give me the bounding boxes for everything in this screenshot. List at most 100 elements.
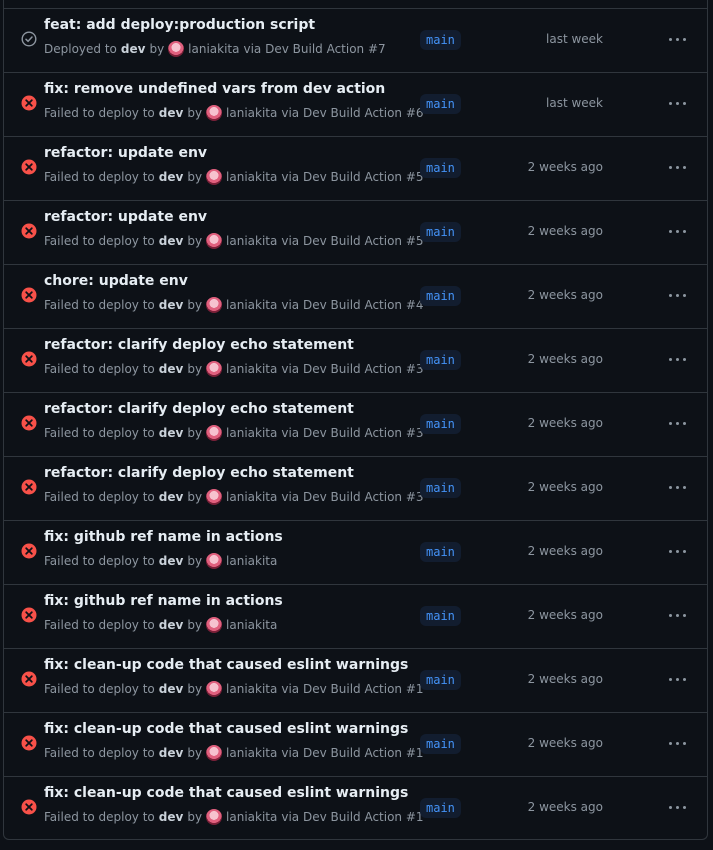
environment-link[interactable]: dev — [159, 618, 184, 632]
avatar[interactable] — [206, 745, 223, 761]
avatar[interactable] — [206, 617, 223, 633]
kebab-horizontal-icon[interactable] — [663, 795, 691, 819]
kebab-horizontal-icon[interactable] — [663, 539, 691, 563]
deployment-row[interactable]: refactor: clarify deploy echo statement F… — [4, 392, 707, 456]
branch-label[interactable]: main — [420, 350, 461, 370]
deployment-title[interactable]: refactor: clarify deploy echo statement — [44, 401, 354, 417]
avatar[interactable] — [168, 41, 185, 57]
workflow-link[interactable]: via Dev Build Action #5 — [281, 234, 423, 248]
avatar[interactable] — [206, 361, 223, 377]
actor-link[interactable]: laniakita — [226, 234, 277, 248]
environment-link[interactable]: dev — [159, 362, 184, 376]
actor-link[interactable]: laniakita — [226, 746, 277, 760]
deployment-row[interactable]: refactor: update env Failed to deploy to d… — [4, 136, 707, 200]
deployment-row[interactable]: refactor: update env Failed to deploy to d… — [4, 200, 707, 264]
environment-link[interactable]: dev — [159, 746, 184, 760]
actor-link[interactable]: laniakita — [226, 298, 277, 312]
deployment-row[interactable]: chore: update env Failed to deploy to dev b… — [4, 264, 707, 328]
branch-label[interactable]: main — [420, 414, 461, 434]
deployment-row[interactable]: fix: clean-up code that caused eslint wa… — [4, 648, 707, 712]
kebab-horizontal-icon[interactable] — [663, 283, 691, 307]
actor-link[interactable]: laniakita — [226, 810, 277, 824]
deployment-row[interactable]: refactor: clarify deploy echo statement F… — [4, 456, 707, 520]
avatar[interactable] — [206, 809, 223, 825]
branch-label[interactable]: main — [420, 798, 461, 818]
workflow-link[interactable]: via Dev Build Action #3 — [281, 426, 423, 440]
environment-link[interactable]: dev — [159, 810, 184, 824]
deployment-title[interactable]: refactor: update env — [44, 209, 207, 225]
deployment-title[interactable]: feat: add deploy:production script — [44, 17, 315, 33]
kebab-horizontal-icon[interactable] — [663, 603, 691, 627]
actor-link[interactable]: laniakita — [226, 362, 277, 376]
deployment-title[interactable]: refactor: clarify deploy echo statement — [44, 337, 354, 353]
environment-link[interactable]: dev — [159, 170, 184, 184]
deployment-title[interactable]: chore: update env — [44, 273, 188, 289]
deployment-title[interactable]: fix: remove undefined vars from dev acti… — [44, 81, 385, 97]
kebab-horizontal-icon[interactable] — [663, 155, 691, 179]
branch-label[interactable]: main — [420, 222, 461, 242]
actor-link[interactable]: laniakita — [226, 490, 277, 504]
deployment-row[interactable]: fix: remove undefined vars from dev acti… — [4, 72, 707, 136]
deployment-title[interactable]: refactor: update env — [44, 145, 207, 161]
branch-label[interactable]: main — [420, 542, 461, 562]
environment-link[interactable]: dev — [159, 682, 184, 696]
environment-link[interactable]: dev — [159, 106, 184, 120]
deployment-row[interactable]: fix: clean-up code that caused eslint wa… — [4, 776, 707, 840]
workflow-link[interactable]: via Dev Build Action #3 — [281, 490, 423, 504]
environment-link[interactable]: dev — [159, 234, 184, 248]
kebab-horizontal-icon[interactable] — [663, 91, 691, 115]
deployment-row[interactable]: fix: clean-up code that caused eslint wa… — [4, 712, 707, 776]
branch-label[interactable]: main — [420, 94, 461, 114]
branch-label[interactable]: main — [420, 734, 461, 754]
kebab-horizontal-icon[interactable] — [663, 731, 691, 755]
workflow-link[interactable]: via Dev Build Action #1 — [281, 746, 423, 760]
kebab-horizontal-icon[interactable] — [663, 411, 691, 435]
avatar[interactable] — [206, 681, 223, 697]
deployment-title[interactable]: fix: clean-up code that caused eslint wa… — [44, 657, 408, 673]
actor-link[interactable]: laniakita — [188, 42, 239, 56]
branch-label[interactable]: main — [420, 670, 461, 690]
environment-link[interactable]: dev — [159, 554, 184, 568]
kebab-horizontal-icon[interactable] — [663, 27, 691, 51]
avatar[interactable] — [206, 169, 223, 185]
kebab-horizontal-icon[interactable] — [663, 667, 691, 691]
avatar[interactable] — [206, 297, 223, 313]
environment-link[interactable]: dev — [121, 42, 146, 56]
actor-link[interactable]: laniakita — [226, 170, 277, 184]
actor-link[interactable]: laniakita — [226, 618, 277, 632]
actor-link[interactable]: laniakita — [226, 682, 277, 696]
avatar[interactable] — [206, 105, 223, 121]
deployment-row[interactable]: fix: github ref name in actions Failed to… — [4, 584, 707, 648]
branch-label[interactable]: main — [420, 606, 461, 626]
kebab-horizontal-icon[interactable] — [663, 475, 691, 499]
environment-link[interactable]: dev — [159, 490, 184, 504]
deployment-title[interactable]: fix: github ref name in actions — [44, 529, 283, 545]
deployment-title[interactable]: refactor: clarify deploy echo statement — [44, 465, 354, 481]
environment-link[interactable]: dev — [159, 426, 184, 440]
environment-link[interactable]: dev — [159, 298, 184, 312]
avatar[interactable] — [206, 553, 223, 569]
workflow-link[interactable]: via Dev Build Action #1 — [281, 682, 423, 696]
avatar[interactable] — [206, 233, 223, 249]
workflow-link[interactable]: via Dev Build Action #7 — [244, 42, 386, 56]
actor-link[interactable]: laniakita — [226, 106, 277, 120]
deployment-row[interactable]: fix: github ref name in actions Failed to… — [4, 520, 707, 584]
deployment-title[interactable]: fix: github ref name in actions — [44, 593, 283, 609]
deployment-title[interactable]: fix: clean-up code that caused eslint wa… — [44, 721, 408, 737]
workflow-link[interactable]: via Dev Build Action #3 — [281, 362, 423, 376]
kebab-horizontal-icon[interactable] — [663, 347, 691, 371]
branch-label[interactable]: main — [420, 478, 461, 498]
avatar[interactable] — [206, 489, 223, 505]
deployment-row[interactable]: feat: add deploy:production script Deploy… — [4, 8, 707, 72]
deployment-row[interactable]: refactor: clarify deploy echo statement F… — [4, 328, 707, 392]
workflow-link[interactable]: via Dev Build Action #6 — [281, 106, 423, 120]
workflow-link[interactable]: via Dev Build Action #4 — [281, 298, 423, 312]
branch-label[interactable]: main — [420, 286, 461, 306]
avatar[interactable] — [206, 425, 223, 441]
deployment-title[interactable]: fix: clean-up code that caused eslint wa… — [44, 785, 408, 801]
branch-label[interactable]: main — [420, 30, 461, 50]
workflow-link[interactable]: via Dev Build Action #5 — [281, 170, 423, 184]
actor-link[interactable]: laniakita — [226, 426, 277, 440]
workflow-link[interactable]: via Dev Build Action #1 — [281, 810, 423, 824]
branch-label[interactable]: main — [420, 158, 461, 178]
